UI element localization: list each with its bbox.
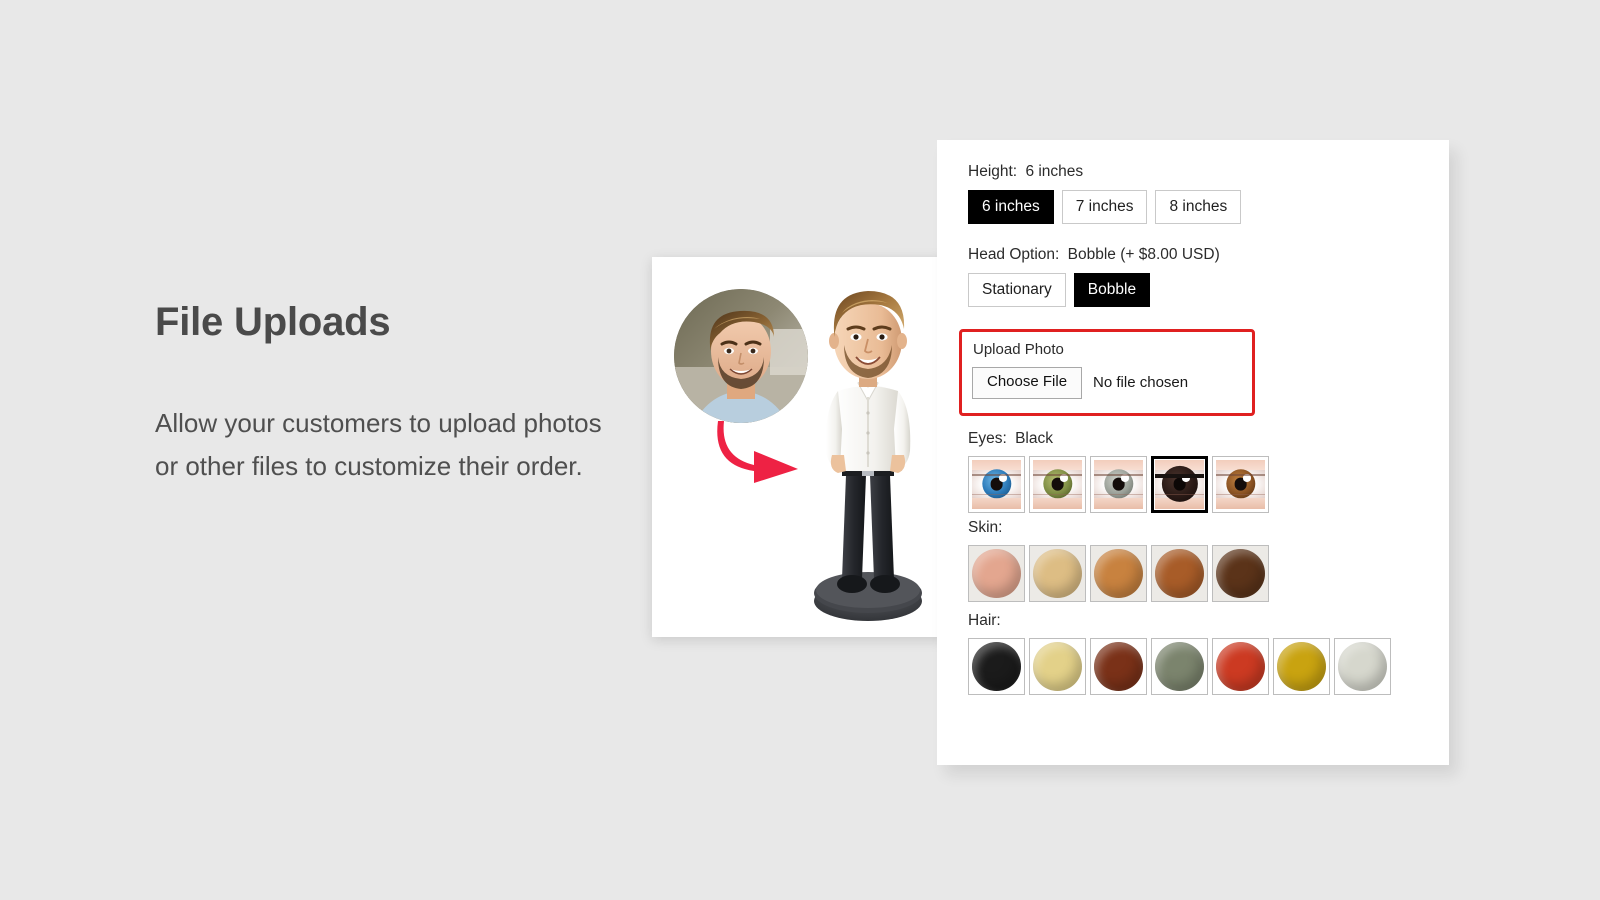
eyes-label: Eyes: Black xyxy=(968,430,1439,448)
eye-swatch-black[interactable] xyxy=(1151,455,1208,513)
eye-swatch-blue[interactable] xyxy=(968,455,1025,513)
eye-swatch-brown[interactable] xyxy=(1212,455,1269,513)
height-option-6-inches[interactable]: 6 inches xyxy=(968,190,1054,225)
hair-swatch-gold[interactable] xyxy=(1273,637,1330,695)
skin-swatch-tan[interactable] xyxy=(1151,544,1208,602)
height-option-8-inches[interactable]: 8 inches xyxy=(1155,190,1242,225)
page-title: File Uploads xyxy=(155,300,391,344)
height-selected-value: 6 inches xyxy=(1025,163,1084,180)
skin-swatch-medium[interactable] xyxy=(1090,544,1147,602)
marketing-copy: File Uploads Allow your customers to upl… xyxy=(155,300,625,488)
head-option-label-text: Head Option: xyxy=(968,246,1060,264)
option-group-eyes: Eyes: Black xyxy=(968,430,1439,513)
skin-label-text: Skin: xyxy=(968,518,1003,536)
height-label: Height: 6 inches xyxy=(968,163,1439,181)
file-input-row: Choose File No file chosen xyxy=(972,367,1240,399)
eyes-swatch-row xyxy=(968,455,1439,513)
skin-swatch-light[interactable] xyxy=(968,544,1025,602)
transform-arrow-icon xyxy=(714,417,814,485)
eyes-selected-value: Black xyxy=(1015,429,1053,447)
product-preview-card xyxy=(652,257,948,637)
hair-swatch-black[interactable] xyxy=(968,637,1025,695)
eye-swatch-gray[interactable] xyxy=(1090,455,1147,513)
head-option-selected-value: Bobble (+ $8.00 USD) xyxy=(1067,246,1220,264)
hair-swatch-red[interactable] xyxy=(1212,637,1269,695)
height-label-text: Height: xyxy=(968,163,1018,180)
hair-label-text: Hair: xyxy=(968,611,1001,629)
marketing-body-text: Allow your customers to upload photos or… xyxy=(155,408,602,481)
custom-bobblehead-figurine xyxy=(802,279,934,627)
eyes-label-text: Eyes: xyxy=(968,429,1007,447)
file-chosen-status: No file chosen xyxy=(1093,374,1189,392)
option-group-height: Height: 6 inches 6 inches 7 inches 8 inc… xyxy=(968,163,1439,225)
hair-swatch-white[interactable] xyxy=(1334,637,1391,695)
eye-swatch-green[interactable] xyxy=(1029,455,1086,513)
head-option-choices: Stationary Bobble xyxy=(968,273,1439,308)
product-options-panel: Height: 6 inches 6 inches 7 inches 8 inc… xyxy=(937,140,1449,765)
choose-file-button[interactable]: Choose File xyxy=(972,367,1083,399)
height-option-7-inches[interactable]: 7 inches xyxy=(1061,190,1148,225)
hair-label: Hair: xyxy=(968,612,1439,630)
head-option-bobble[interactable]: Bobble xyxy=(1073,273,1151,308)
upload-photo-label: Upload Photo xyxy=(973,341,1064,359)
head-option-label: Head Option: Bobble (+ $8.00 USD) xyxy=(968,246,1439,264)
hair-swatch-row xyxy=(968,637,1439,695)
option-group-skin: Skin: xyxy=(968,519,1439,602)
upload-photo-highlight-box: Upload Photo Choose File No file chosen xyxy=(959,329,1255,416)
skin-swatch-dark[interactable] xyxy=(1212,544,1269,602)
skin-label: Skin: xyxy=(968,519,1439,537)
option-group-hair: Hair: xyxy=(968,612,1439,695)
hair-swatch-auburn[interactable] xyxy=(1090,637,1147,695)
skin-swatch-fair[interactable] xyxy=(1029,544,1086,602)
hair-swatch-blonde[interactable] xyxy=(1029,637,1086,695)
option-group-head: Head Option: Bobble (+ $8.00 USD) Statio… xyxy=(968,246,1439,308)
height-choices: 6 inches 7 inches 8 inches xyxy=(968,190,1439,225)
hair-swatch-gray-green[interactable] xyxy=(1151,637,1208,695)
head-option-stationary[interactable]: Stationary xyxy=(968,273,1066,308)
skin-swatch-row xyxy=(968,544,1439,602)
customer-face-photo xyxy=(674,289,808,423)
